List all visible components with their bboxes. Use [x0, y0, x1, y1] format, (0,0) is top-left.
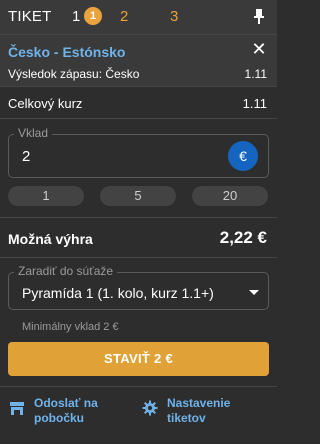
divider	[0, 217, 277, 218]
min-stake-note: Minimálny vklad 2 €	[22, 321, 119, 333]
gear-icon[interactable]	[142, 400, 158, 416]
competition-label: Zaradiť do súťaže	[14, 264, 118, 278]
tab-ticket-3[interactable]: 3	[170, 8, 178, 25]
ticket-header: TIKET 1 1 2 3	[0, 0, 277, 34]
tab-ticket-2[interactable]: 2	[120, 8, 128, 25]
currency-button[interactable]: €	[228, 141, 258, 171]
match-selection-label: Výsledok zápasu: Česko	[8, 67, 140, 81]
pin-icon[interactable]	[251, 8, 267, 26]
close-icon[interactable]: ✕	[250, 40, 268, 58]
divider	[0, 257, 277, 258]
quick-stake-button[interactable]: 1	[8, 186, 84, 206]
total-odds-label: Celkový kurz	[8, 96, 83, 111]
match-name[interactable]: Česko - Estónsko	[8, 44, 125, 60]
divider	[0, 86, 277, 87]
ticket-title: TIKET	[8, 8, 52, 25]
quick-stake-button[interactable]: 5	[100, 186, 176, 206]
possible-win-value: 2,22 €	[219, 228, 267, 247]
stake-label: Vklad	[14, 126, 53, 140]
place-bet-button[interactable]: STAVIŤ 2 €	[8, 342, 269, 376]
tab-ticket-1[interactable]: 1	[72, 8, 80, 25]
chevron-down-icon[interactable]	[249, 290, 259, 295]
ticket-settings-link[interactable]: Nastavenie tiketov	[167, 396, 230, 426]
stake-input[interactable]	[22, 148, 202, 165]
tab-ticket-1-count-badge: 1	[84, 7, 102, 25]
match-selection: Česko - Estónsko ✕ Výsledok zápasu: Česk…	[0, 34, 277, 86]
divider	[0, 118, 277, 119]
match-odd: 1.11	[244, 67, 267, 81]
possible-win-label: Možná výhra	[8, 231, 93, 247]
send-to-branch-link[interactable]: Odoslať na pobočku	[34, 396, 98, 426]
store-icon[interactable]	[9, 400, 25, 416]
competition-selected-value[interactable]: Pyramída 1 (1. kolo, kurz 1.1+)	[22, 285, 214, 301]
quick-stake-button[interactable]: 20	[192, 186, 268, 206]
total-odds-value: 1.11	[242, 96, 267, 111]
divider	[0, 386, 277, 387]
